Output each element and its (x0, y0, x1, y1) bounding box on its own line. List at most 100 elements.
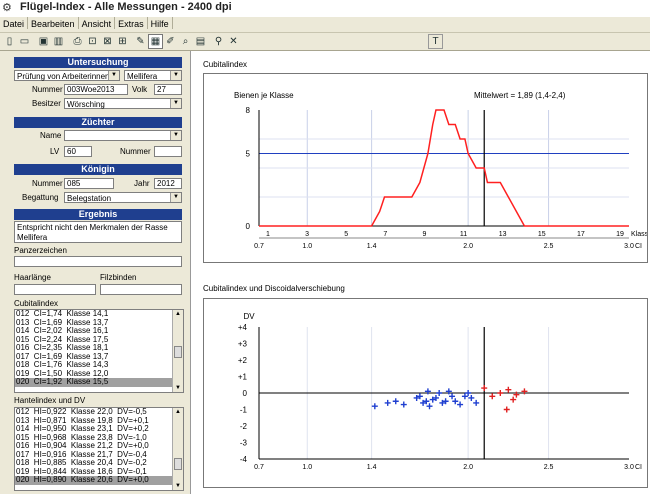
jahr-input[interactable]: 2012 (154, 178, 182, 189)
y-tick-label: 0 (243, 389, 248, 398)
chevron-down-icon[interactable]: ▼ (170, 99, 181, 108)
menu-bearbeiten[interactable]: Bearbeiten (28, 17, 79, 29)
menu-datei[interactable]: Datei (0, 17, 29, 29)
pencil-icon[interactable]: ✎ (133, 34, 148, 49)
pruefung-select[interactable]: Prüfung von Arbeiterinnen ▼ (14, 70, 120, 81)
x-tick-label: 19 (616, 231, 624, 238)
besitzer-select[interactable]: Wörsching ▼ (64, 98, 182, 109)
text-tool-button[interactable]: T (428, 34, 443, 49)
koenigin-nummer-input[interactable]: 085 (64, 178, 114, 189)
data-point (457, 401, 464, 408)
section-ergebnis: Ergebnis (14, 209, 182, 220)
cubitalindex-list[interactable]: 012 CI=1,74 Klasse 14,1 013 CI=1,69 Klas… (14, 309, 184, 393)
section-zuechter: Züchter (14, 117, 182, 128)
delete-icon[interactable]: ✕ (226, 34, 241, 49)
zuechter-nummer-input[interactable] (154, 146, 182, 157)
filzbinden-label: Filzbinden (100, 273, 137, 282)
filzbinden-input[interactable] (100, 284, 182, 295)
chevron-down-icon[interactable]: ▼ (170, 131, 181, 140)
volk-label: Volk (132, 85, 148, 94)
cubitalindex-chart: 0581 3 5 7 9 11 13 15 17 190.7 1.0 1.4 2.0 2.5 3.0Klas… (234, 91, 650, 250)
print-icon[interactable]: ⎙ (70, 34, 85, 49)
data-point (481, 385, 488, 392)
begattung-select[interactable]: Belegstation ▼ (64, 192, 182, 203)
zuechter-name-select[interactable]: ▼ (64, 130, 182, 141)
lv-input[interactable]: 60 (64, 146, 92, 157)
menu-extras[interactable]: Extras (115, 17, 148, 29)
scroll-down-icon[interactable]: ▼ (173, 482, 183, 490)
brush-icon[interactable]: ✐ (163, 34, 178, 49)
section-koenigin: Königin (14, 164, 182, 175)
scan-icon[interactable]: ▣ (36, 34, 51, 49)
data-point (400, 401, 407, 408)
cubitalindex-list-label: Cubitalindex (14, 299, 59, 308)
panzerzeichen-input[interactable] (14, 256, 182, 267)
data-point (473, 399, 480, 406)
scroll-up-icon[interactable]: ▲ (173, 408, 183, 416)
menu-ansicht[interactable]: Ansicht (79, 17, 116, 29)
data-point (489, 393, 496, 400)
chevron-down-icon[interactable]: ▼ (170, 71, 181, 80)
data-point (468, 394, 475, 401)
rasse-select[interactable]: Mellifera ▼ (124, 70, 182, 81)
y-tick-label: +3 (238, 340, 248, 349)
untersuchung-nummer-input[interactable]: 003Woe2013 (64, 84, 128, 95)
list-item-selected[interactable]: 020 HI=0,890 Klasse 20,6 DV=+0,0 (15, 475, 183, 485)
x-tick-label: 5 (344, 231, 348, 238)
y-axis-label: DV (243, 312, 255, 321)
ci-tick-label: 2.5 (544, 464, 554, 471)
scroll-down-icon[interactable]: ▼ (173, 384, 183, 392)
rasse-value: Mellifera (127, 72, 158, 81)
data-point (392, 398, 399, 405)
title-bar: ⚙ Flügel-Index - Alle Messungen - 2400 d… (0, 0, 650, 17)
zoom-icon[interactable]: ⊞ (115, 34, 130, 49)
magnifier-icon[interactable]: ⌕ (178, 34, 193, 49)
ci-axis-label: CI (635, 243, 642, 250)
menu-hilfe[interactable]: Hilfe (148, 17, 173, 29)
besitzer-value: Wörsching (67, 100, 105, 109)
open-folder-icon[interactable]: ▭ (17, 34, 32, 49)
ci-tick-label: 2.0 (463, 464, 473, 471)
scroll-thumb[interactable] (174, 458, 182, 470)
data-point (426, 403, 433, 410)
print-preview-icon[interactable]: ⊡ (85, 34, 100, 49)
scrollbar[interactable]: ▲ ▼ (172, 408, 183, 490)
chevron-down-icon[interactable]: ▼ (108, 71, 119, 80)
scrollbar[interactable]: ▲ ▼ (172, 310, 183, 392)
begattung-label: Begattung (22, 193, 59, 202)
section-untersuchung: Untersuchung (14, 57, 182, 68)
y-tick-label: -4 (240, 455, 248, 464)
data-point (505, 386, 512, 393)
scroll-thumb[interactable] (174, 346, 182, 358)
ci-tick-label: 3.0 (624, 464, 634, 471)
y-tick-label: +1 (238, 373, 248, 382)
grid-icon[interactable]: ▦ (148, 34, 163, 49)
y-tick-label: -3 (240, 439, 248, 448)
data-point (384, 399, 391, 406)
list-item-selected[interactable]: 020 CI=1,92 Klasse 15,5 (15, 377, 183, 387)
ergebnis-text[interactable]: Entspricht nicht den Merkmalen der Rasse… (14, 221, 182, 243)
zuechter-nummer-label: Nummer (120, 147, 151, 156)
new-file-icon[interactable]: ▯ (2, 34, 17, 49)
wand-icon[interactable]: ⚲ (211, 34, 226, 49)
haarlaenge-input[interactable] (14, 284, 96, 295)
data-point (461, 393, 468, 400)
table-icon[interactable]: ▤ (193, 34, 208, 49)
x-tick-label: 13 (499, 231, 507, 238)
ci-tick-label: 0.7 (254, 243, 264, 250)
haarlaenge-label: Haarlänge (14, 273, 51, 282)
chevron-down-icon[interactable]: ▼ (170, 193, 181, 202)
x-tick-label: 3 (305, 231, 309, 238)
scroll-up-icon[interactable]: ▲ (173, 310, 183, 318)
y-tick-label: -2 (240, 422, 248, 431)
besitzer-label: Besitzer (32, 99, 61, 108)
chart-icon[interactable]: ▥ (51, 34, 66, 49)
zoom-page-icon[interactable]: ⊠ (100, 34, 115, 49)
x-tick-label: 1 (266, 231, 270, 238)
data-point (436, 390, 443, 396)
data-point (510, 396, 517, 403)
cubitalindex-chart-panel: 0 5 8 1 3 5 7 9 11 13 15 17 19 0.7 1.0 1.4 2.0 2.5 3.0 Klas… (203, 73, 650, 263)
volk-input[interactable]: 27 (154, 84, 182, 95)
y-tick-label: +2 (238, 356, 248, 365)
hantelindex-list[interactable]: 012 HI=0,922 Klasse 22,0 DV=-0,5 013 HI=… (14, 407, 184, 491)
